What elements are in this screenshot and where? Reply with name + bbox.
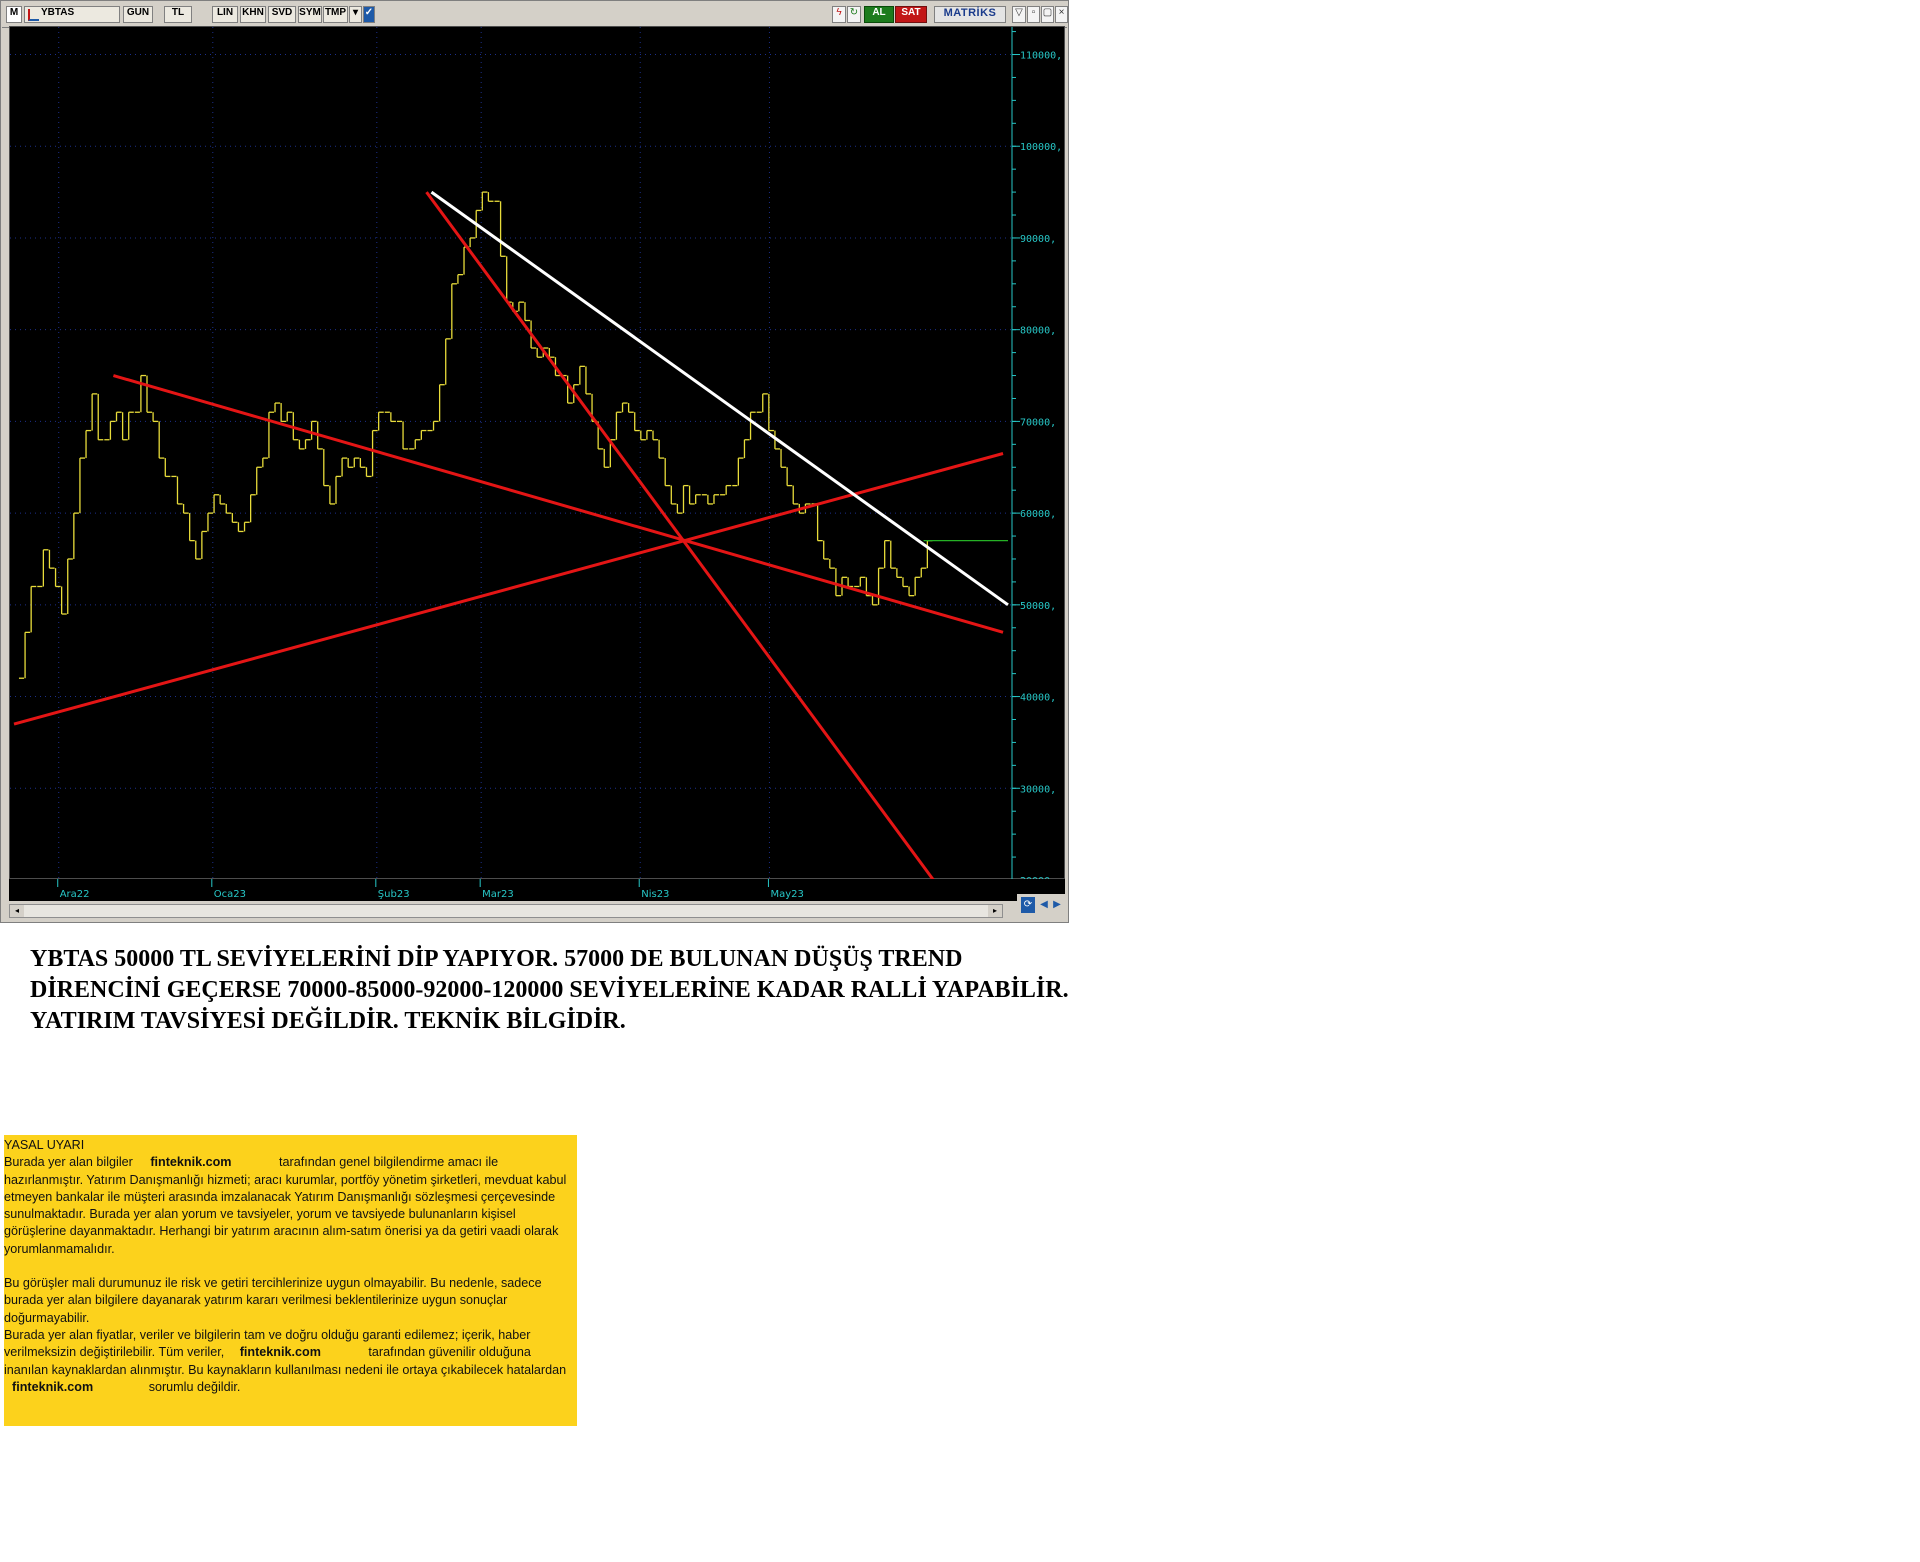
options-icon[interactable]: ✓ <box>363 6 375 23</box>
price-chart[interactable]: 110000, 100000, 90000, 80000, 70000, 60000, 50… <box>10 27 1066 880</box>
scroll-left-icon[interactable]: ◂ <box>10 905 24 917</box>
x-tick-label: Şub23 <box>378 889 410 900</box>
disclaimer-text: Burada yer alan bilgiler <box>4 1155 133 1170</box>
symbol-field[interactable]: YBTAS <box>24 6 120 23</box>
volume-button[interactable]: SVD <box>268 6 296 23</box>
scroll-right-icon[interactable]: ▸ <box>988 905 1002 917</box>
y-tick-label: 60000, <box>1020 509 1056 520</box>
x-tick-label: Nis23 <box>641 889 669 900</box>
scale-button[interactable]: LIN <box>212 6 238 23</box>
trend-line <box>425 191 935 880</box>
chart-plot-area[interactable]: 110000, 100000, 90000, 80000, 70000, 60000, 50… <box>9 26 1066 880</box>
analysis-headline: YBTAS 50000 TL SEVİYELERİNİ DİP YAPIYOR.… <box>30 946 1069 1034</box>
nav-left-icon[interactable]: ◀ <box>1037 897 1051 913</box>
y-tick-label: 90000, <box>1020 234 1056 245</box>
disclaimer-paragraph-1: Burada yer alan bilgiler finteknik.com t… <box>4 1154 577 1258</box>
period-button[interactable]: GUN <box>123 6 153 23</box>
currency-button[interactable]: TL <box>164 6 192 23</box>
template-button[interactable]: TMP <box>323 6 348 23</box>
brand-name: finteknik.com <box>12 1379 94 1394</box>
y-tick-label: 30000, <box>1020 784 1056 795</box>
chart-window: M YBTAS GUN TL LIN KHN SVD SYM TMP ▾ ✓ ϟ… <box>0 0 1069 923</box>
minimize-icon[interactable]: ▫ <box>1027 6 1040 23</box>
lightning-icon[interactable]: ϟ <box>832 6 846 23</box>
chart-nav-controls: ⟳ ◀ ▶ <box>1017 894 1065 918</box>
buy-button[interactable]: AL <box>864 6 894 23</box>
disclaimer-text: tarafından genel bilgilendirme amacı ile <box>279 1155 499 1170</box>
y-tick-label: 100000, <box>1020 142 1062 153</box>
disclaimer-paragraph-3: Burada yer alan fiyatlar, veriler ve bil… <box>4 1327 577 1396</box>
y-tick-label: 50000, <box>1020 601 1056 612</box>
disclaimer-title: YASAL UYARI <box>4 1138 85 1152</box>
y-tick-label: 70000, <box>1020 417 1056 428</box>
trend-line <box>430 190 1009 607</box>
disclaimer-text: sorumlu değildir. <box>148 1379 241 1394</box>
disclaimer-text: hazırlanmıştır. Yatırım Danışmanlığı hiz… <box>4 1172 567 1256</box>
y-tick-label: 80000, <box>1020 326 1056 337</box>
x-tick-label: Ara22 <box>60 889 90 900</box>
legal-disclaimer: YASAL UYARI Burada yer alan bilgiler fin… <box>4 1135 577 1426</box>
dropdown-button[interactable]: ▾ <box>349 6 362 23</box>
symbol-label: YBTAS <box>41 7 75 18</box>
refresh-icon[interactable]: ↻ <box>847 6 861 23</box>
x-tick-label: May23 <box>770 889 803 900</box>
maximize-icon[interactable]: ▢ <box>1041 6 1054 23</box>
x-tick-label: Oca23 <box>214 889 246 900</box>
collapse-icon[interactable]: ▽ <box>1012 6 1026 23</box>
horizontal-scrollbar[interactable]: ◂ ▸ <box>9 904 1003 918</box>
nav-right-icon[interactable]: ▶ <box>1050 897 1064 913</box>
candle-button[interactable]: KHN <box>240 6 266 23</box>
sell-button[interactable]: SAT <box>895 6 927 23</box>
disclaimer-paragraph-2: Bu görüşler mali durumunuz ile risk ve g… <box>4 1276 542 1325</box>
symbol-button[interactable]: SYM <box>298 6 322 23</box>
x-tick-label: Mar23 <box>482 889 514 900</box>
brand-label: MATRİKS <box>934 6 1006 23</box>
brand-name: finteknik.com <box>150 1155 232 1170</box>
y-tick-label: 40000, <box>1020 693 1056 704</box>
brand-name: finteknik.com <box>239 1345 321 1360</box>
app-logo: M <box>6 6 22 23</box>
sync-icon[interactable]: ⟳ <box>1021 897 1035 913</box>
y-tick-label: 110000, <box>1020 51 1062 62</box>
chart-toolbar: M YBTAS GUN TL LIN KHN SVD SYM TMP ▾ ✓ ϟ… <box>2 2 1068 28</box>
chart-icon <box>28 9 39 21</box>
close-icon[interactable]: × <box>1055 6 1068 23</box>
date-axis: Ara22 Oca23 Şub23 Mar23 Nis23 May23 <box>9 879 1011 901</box>
